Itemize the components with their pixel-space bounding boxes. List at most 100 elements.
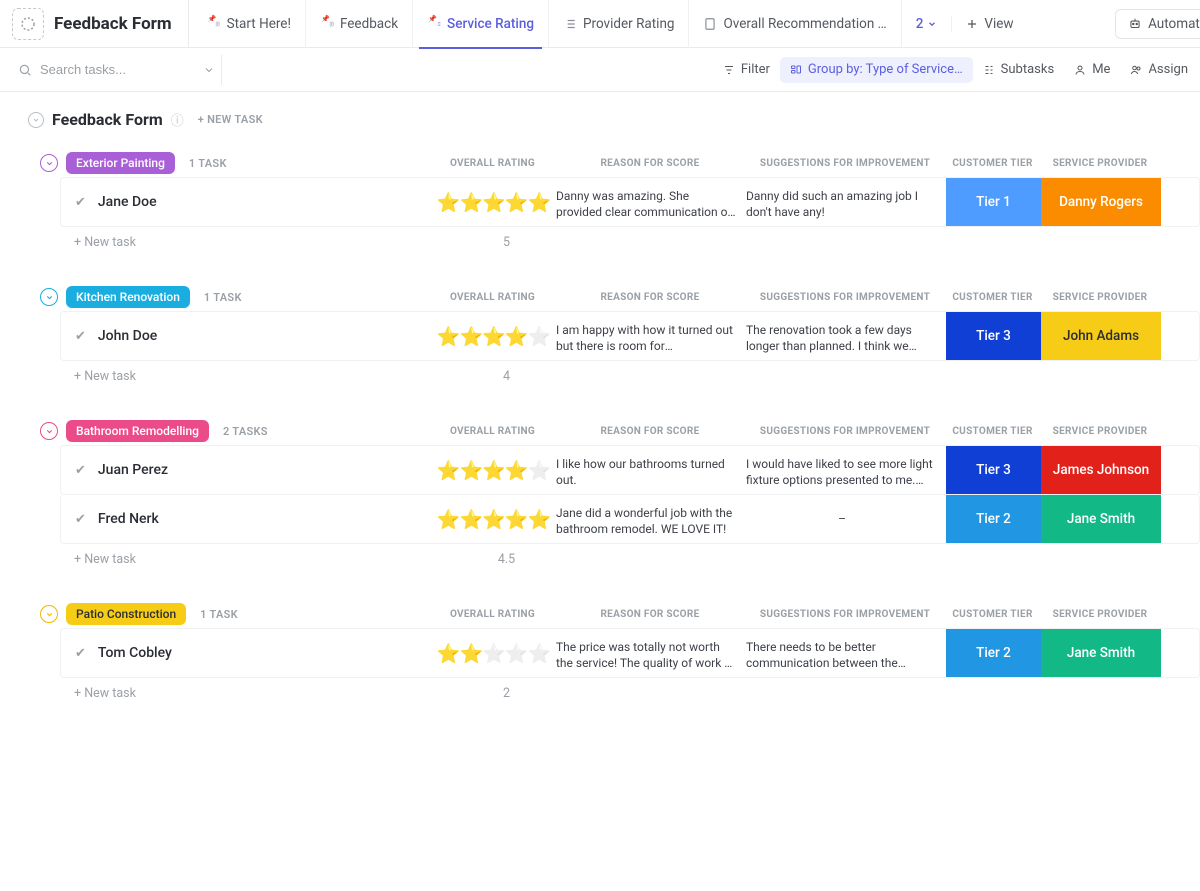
- check-icon: ✔: [75, 195, 86, 210]
- reason-cell: The price was totally not worth the serv…: [556, 633, 746, 673]
- tier-badge[interactable]: Tier 1: [946, 178, 1041, 226]
- tab-feedback[interactable]: 📌 Feedback: [306, 0, 413, 48]
- table-row[interactable]: ✔ John Doe ⭐⭐⭐⭐⭐ I am happy with how it …: [60, 311, 1200, 361]
- row-name: Fred Nerk: [98, 511, 159, 527]
- me-button[interactable]: Me: [1064, 62, 1120, 77]
- provider-badge[interactable]: John Adams: [1041, 312, 1161, 360]
- group-collapse-toggle[interactable]: [40, 288, 58, 306]
- subtasks-icon: [983, 64, 995, 76]
- filter-button[interactable]: Filter: [713, 62, 780, 77]
- search-icon: [18, 63, 32, 77]
- col-rating: OVERALL RATING: [430, 158, 555, 169]
- group-icon: [790, 64, 802, 76]
- check-icon: ✔: [75, 463, 86, 478]
- suggestions-cell: There needs to be better communication b…: [746, 633, 946, 673]
- plus-icon: [966, 18, 978, 30]
- tier-badge[interactable]: Tier 2: [946, 495, 1041, 543]
- group-average: 2: [444, 686, 569, 701]
- col-suggestions: SUGGESTIONS FOR IMPROVEMENT: [745, 609, 945, 620]
- app-title: Feedback Form: [54, 0, 189, 48]
- toolbar: Filter Group by: Type of Service… Subtas…: [0, 48, 1200, 92]
- provider-badge[interactable]: Jane Smith: [1041, 629, 1161, 677]
- table-row[interactable]: ✔ Jane Doe ⭐⭐⭐⭐⭐ Danny was amazing. She …: [60, 177, 1200, 227]
- group-0: Exterior Painting 1 TASK OVERALL RATING …: [26, 149, 1200, 257]
- app-logo-placeholder: [12, 8, 44, 40]
- group-chip[interactable]: Exterior Painting: [66, 152, 175, 174]
- automate-button[interactable]: Automate: [1115, 9, 1200, 39]
- group-2: Bathroom Remodelling 2 TASKS OVERALL RAT…: [26, 417, 1200, 574]
- group-chip[interactable]: Kitchen Renovation: [66, 286, 190, 308]
- col-reason: REASON FOR SCORE: [555, 292, 745, 303]
- user-icon: [1074, 64, 1086, 76]
- group-collapse-toggle[interactable]: [40, 605, 58, 623]
- subtasks-label: Subtasks: [1001, 62, 1055, 77]
- table-row[interactable]: ✔ Fred Nerk ⭐⭐⭐⭐⭐ Jane did a wonderful j…: [60, 495, 1200, 544]
- chevron-down-icon: [927, 19, 937, 29]
- content: Feedback Form ⓘ + NEW TASK Exterior Pain…: [0, 92, 1200, 708]
- chevron-down-icon[interactable]: [203, 64, 215, 76]
- section-header: Feedback Form ⓘ + NEW TASK: [26, 110, 1200, 129]
- me-label: Me: [1092, 62, 1110, 77]
- robot-icon: [1128, 17, 1142, 31]
- tab-start-here[interactable]: 📌 Start Here!: [193, 0, 306, 48]
- section-new-task[interactable]: + NEW TASK: [198, 113, 263, 126]
- rating-stars: ⭐⭐⭐⭐⭐: [431, 193, 556, 212]
- rating-stars: ⭐⭐⭐⭐⭐: [431, 461, 556, 480]
- more-views-count: 2: [916, 16, 924, 32]
- col-suggestions: SUGGESTIONS FOR IMPROVEMENT: [745, 158, 945, 169]
- group-chip[interactable]: Patio Construction: [66, 603, 186, 625]
- group-by-label: Group by: Type of Service…: [808, 62, 963, 77]
- more-views-dropdown[interactable]: 2: [902, 16, 953, 32]
- tier-badge[interactable]: Tier 3: [946, 312, 1041, 360]
- row-name: Tom Cobley: [98, 645, 172, 661]
- add-view-button[interactable]: View: [952, 16, 1027, 32]
- tab-provider-rating[interactable]: Provider Rating: [549, 0, 689, 48]
- tab-label: Service Rating: [447, 16, 534, 32]
- assign-label: Assign: [1148, 62, 1188, 77]
- rating-stars: ⭐⭐⭐⭐⭐: [431, 644, 556, 663]
- new-task-button[interactable]: + New task: [74, 369, 444, 384]
- group-by-button[interactable]: Group by: Type of Service…: [780, 57, 973, 83]
- add-view-label: View: [984, 16, 1013, 32]
- info-icon[interactable]: ⓘ: [171, 110, 184, 129]
- tab-service-rating[interactable]: 📌 Service Rating: [413, 0, 549, 48]
- group-chip[interactable]: Bathroom Remodelling: [66, 420, 209, 442]
- provider-badge[interactable]: Jane Smith: [1041, 495, 1161, 543]
- group-average: 4: [444, 369, 569, 384]
- col-reason: REASON FOR SCORE: [555, 158, 745, 169]
- col-provider: SERVICE PROVIDER: [1040, 609, 1160, 620]
- suggestions-cell: The renovation took a few days longer th…: [746, 316, 946, 356]
- tab-overall-recommendation[interactable]: Overall Recommendation …: [689, 0, 901, 48]
- group-average: 4.5: [444, 552, 569, 567]
- col-suggestions: SUGGESTIONS FOR IMPROVEMENT: [745, 426, 945, 437]
- table-row[interactable]: ✔ Tom Cobley ⭐⭐⭐⭐⭐ The price was totally…: [60, 628, 1200, 678]
- group-collapse-toggle[interactable]: [40, 422, 58, 440]
- tier-badge[interactable]: Tier 2: [946, 629, 1041, 677]
- group-count: 2 TASKS: [223, 425, 268, 438]
- new-task-button[interactable]: + New task: [74, 235, 444, 250]
- provider-badge[interactable]: James Johnson: [1041, 446, 1161, 494]
- group-1: Kitchen Renovation 1 TASK OVERALL RATING…: [26, 283, 1200, 391]
- col-tier: CUSTOMER TIER: [945, 426, 1040, 437]
- provider-badge[interactable]: Danny Rogers: [1041, 178, 1161, 226]
- reason-cell: I am happy with how it turned out but th…: [556, 316, 746, 356]
- tier-badge[interactable]: Tier 3: [946, 446, 1041, 494]
- col-rating: OVERALL RATING: [430, 426, 555, 437]
- group-count: 1 TASK: [204, 291, 242, 304]
- top-bar: Feedback Form 📌 Start Here! 📌 Feedback 📌…: [0, 0, 1200, 48]
- group-count: 1 TASK: [189, 157, 227, 170]
- new-task-button[interactable]: + New task: [74, 552, 444, 567]
- col-reason: REASON FOR SCORE: [555, 426, 745, 437]
- group-collapse-toggle[interactable]: [40, 154, 58, 172]
- section-collapse-toggle[interactable]: [28, 112, 44, 128]
- subtasks-button[interactable]: Subtasks: [973, 62, 1065, 77]
- row-name: Jane Doe: [98, 194, 157, 210]
- list-icon: 📌: [427, 17, 441, 31]
- assign-button[interactable]: Assign: [1120, 62, 1188, 77]
- table-row[interactable]: ✔ Juan Perez ⭐⭐⭐⭐⭐ I like how our bathro…: [60, 445, 1200, 495]
- search-input[interactable]: [40, 62, 180, 77]
- view-tabs: 📌 Start Here! 📌 Feedback 📌 Service Ratin…: [193, 0, 902, 48]
- col-provider: SERVICE PROVIDER: [1040, 426, 1160, 437]
- new-task-button[interactable]: + New task: [74, 686, 444, 701]
- doc-icon: 📌: [207, 17, 221, 31]
